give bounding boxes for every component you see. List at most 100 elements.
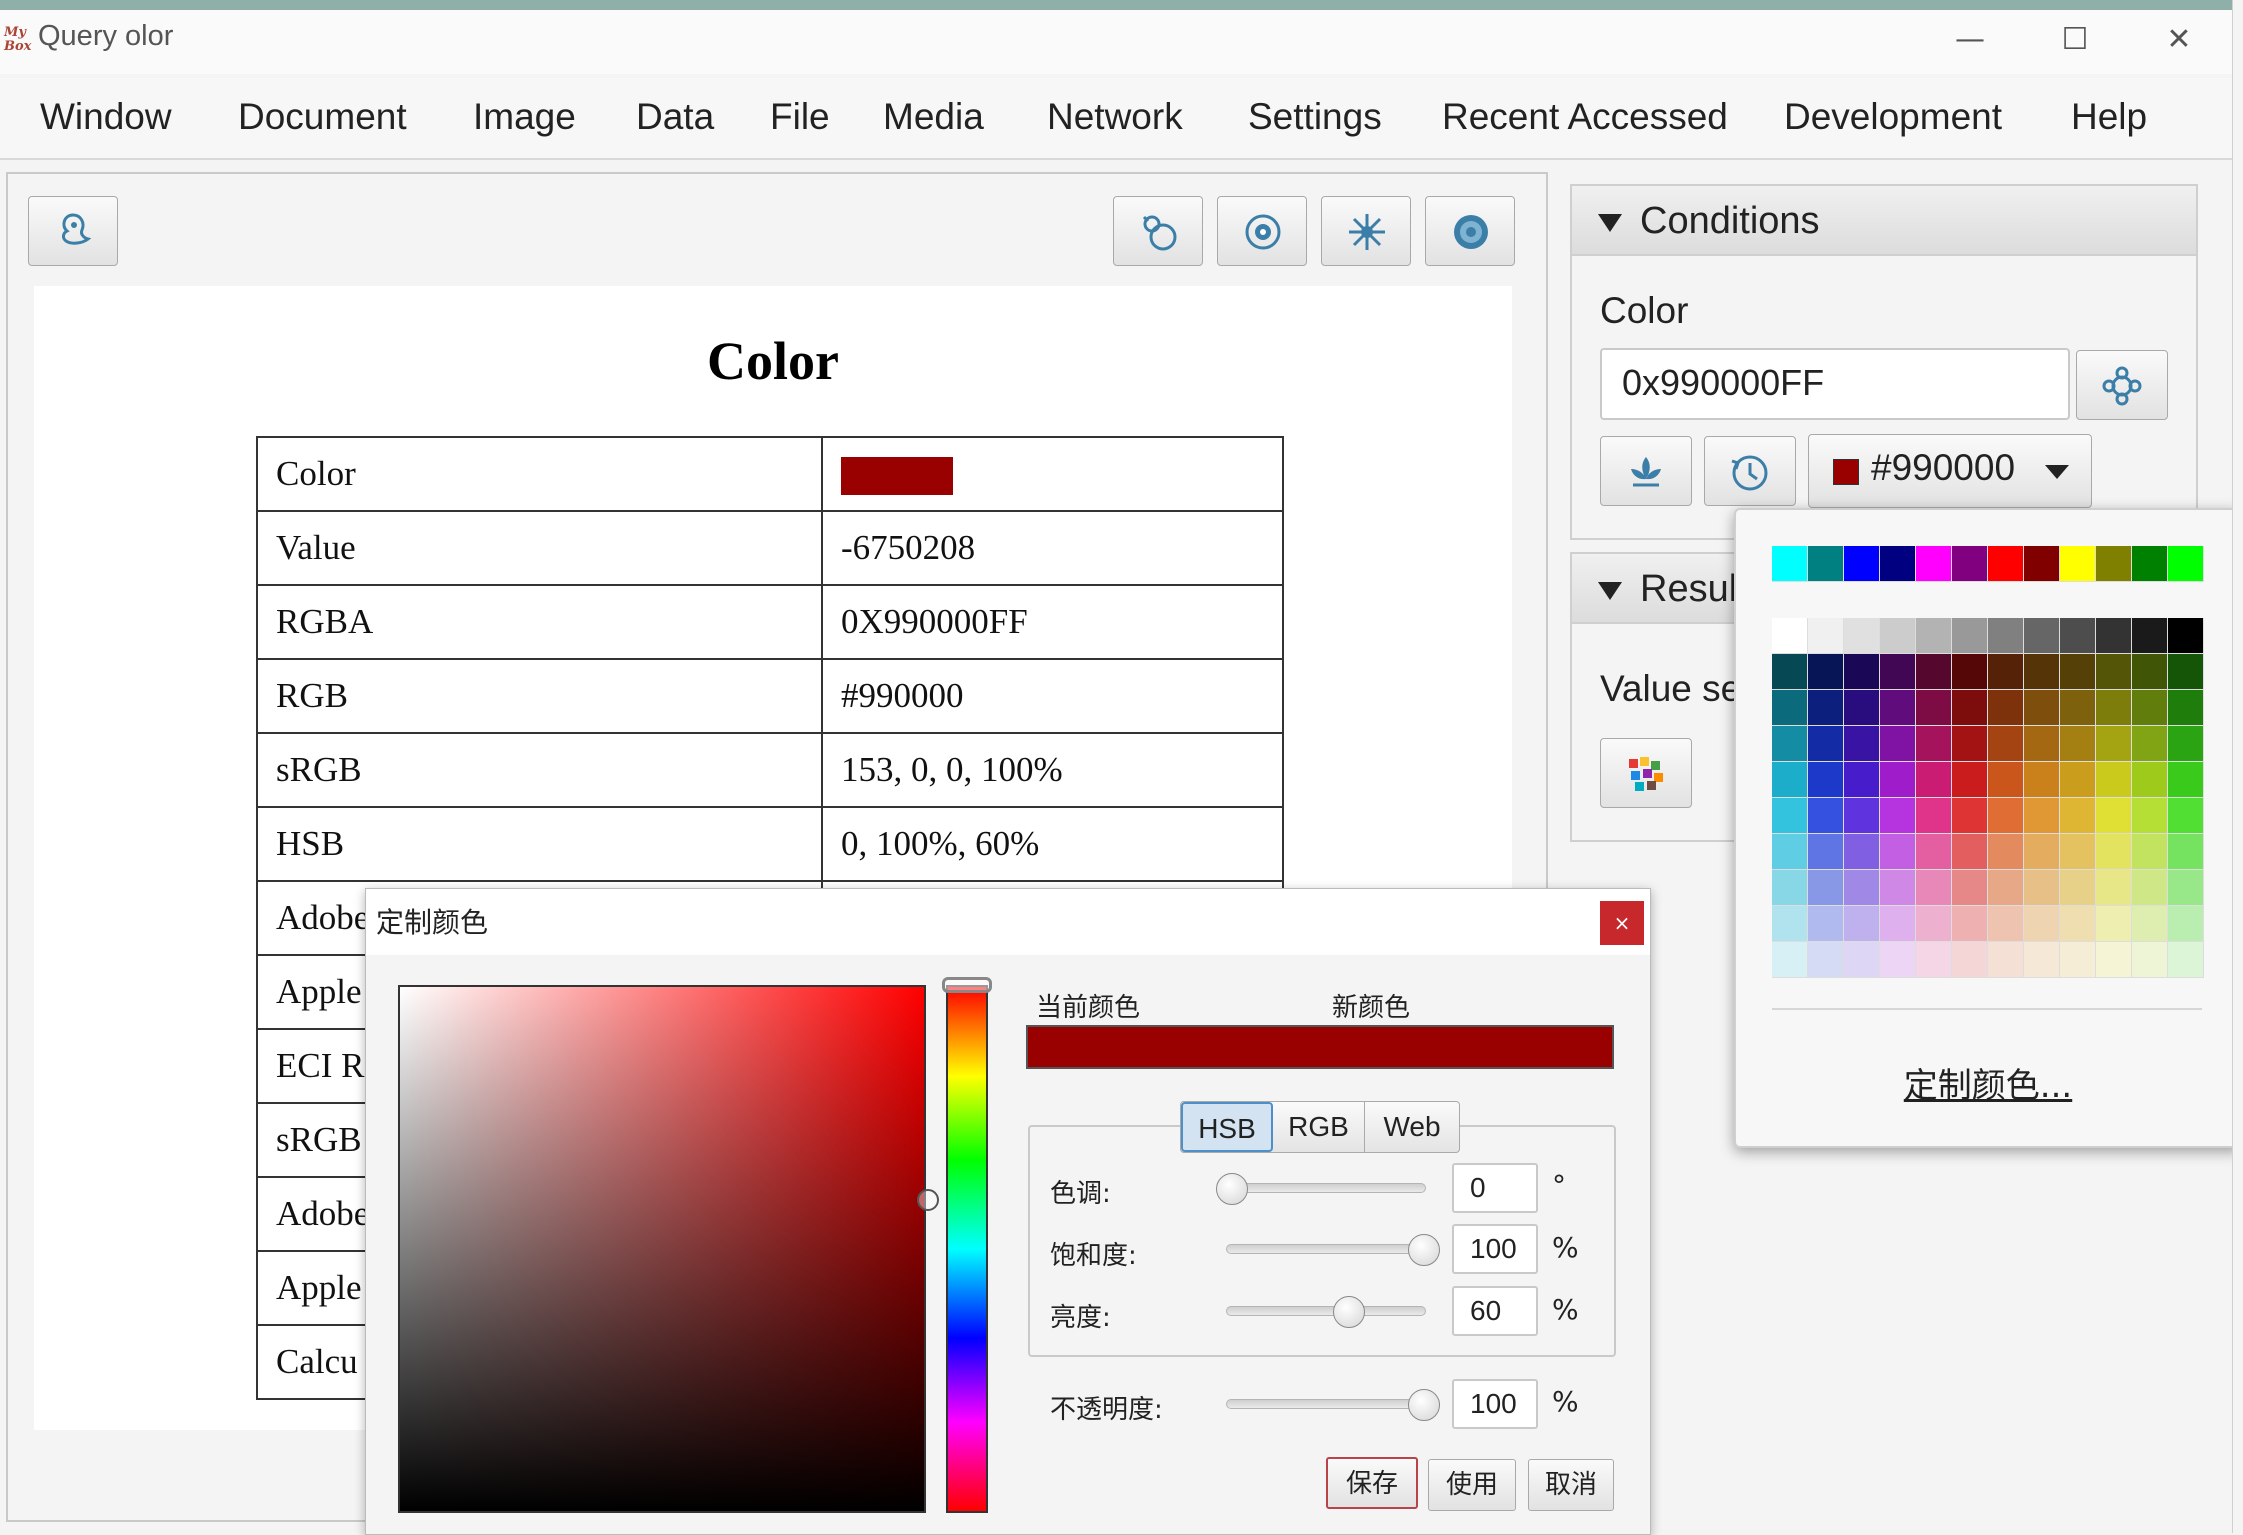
flower-button-3[interactable] [1425, 196, 1515, 266]
palette-swatch[interactable] [1916, 906, 1952, 942]
flower-button-2[interactable] [1321, 196, 1411, 266]
saturation-brightness-area[interactable] [398, 985, 926, 1513]
opacity-input[interactable]: 100 [1452, 1379, 1538, 1429]
palette-swatch[interactable] [1772, 942, 1808, 978]
palette-swatch[interactable] [2168, 654, 2204, 690]
palette-swatch[interactable] [2024, 906, 2060, 942]
palette-swatch[interactable] [1808, 618, 1844, 654]
brightness-input[interactable]: 60 [1452, 1286, 1538, 1336]
palette-swatch[interactable] [1844, 870, 1880, 906]
palette-swatch[interactable] [1772, 798, 1808, 834]
palette-swatch[interactable] [1808, 726, 1844, 762]
palette-swatch[interactable] [1988, 654, 2024, 690]
palette-swatch[interactable] [1772, 654, 1808, 690]
palette-swatch[interactable] [1916, 546, 1952, 582]
palette-swatch[interactable] [1880, 942, 1916, 978]
palette-swatch[interactable] [1916, 798, 1952, 834]
palette-swatch[interactable] [1772, 690, 1808, 726]
palette-swatch[interactable] [1808, 762, 1844, 798]
menu-settings[interactable]: Settings [1248, 96, 1382, 138]
maximize-button[interactable]: ☐ [2040, 18, 2110, 62]
dialog-close-button[interactable]: × [1600, 901, 1644, 945]
palette-swatch[interactable] [1844, 618, 1880, 654]
palette-swatch[interactable] [2132, 834, 2168, 870]
palette-swatch[interactable] [1988, 906, 2024, 942]
palette-swatch[interactable] [1988, 726, 2024, 762]
palette-swatch[interactable] [2096, 942, 2132, 978]
palette-swatch[interactable] [2096, 834, 2132, 870]
palette-swatch[interactable] [1844, 942, 1880, 978]
hue-input[interactable]: 0 [1452, 1163, 1538, 1213]
palette-swatch[interactable] [2096, 690, 2132, 726]
palette-swatch[interactable] [1952, 870, 1988, 906]
palette-swatch[interactable] [2060, 726, 2096, 762]
minimize-button[interactable]: — [1935, 18, 2005, 62]
color-value-input[interactable]: 0x990000FF [1600, 348, 2070, 420]
palette-swatch[interactable] [1844, 762, 1880, 798]
palette-swatch[interactable] [2060, 546, 2096, 582]
palette-swatch[interactable] [2168, 762, 2204, 798]
menu-image[interactable]: Image [473, 96, 576, 138]
palette-swatch[interactable] [1808, 654, 1844, 690]
palette-swatch[interactable] [1952, 726, 1988, 762]
palette-swatch[interactable] [1772, 906, 1808, 942]
palette-swatch[interactable] [2060, 690, 2096, 726]
save-button[interactable]: 保存 [1326, 1457, 1418, 1509]
palette-swatch[interactable] [1880, 870, 1916, 906]
palette-swatch[interactable] [1916, 726, 1952, 762]
palette-swatch[interactable] [2168, 942, 2204, 978]
palette-swatch[interactable] [1772, 762, 1808, 798]
color-picker-combo[interactable]: #990000 [1808, 434, 2092, 508]
palette-swatch[interactable] [2024, 942, 2060, 978]
tab-rgb[interactable]: RGB [1273, 1102, 1365, 1152]
hue-slider-handle[interactable] [942, 977, 992, 993]
palette-swatch[interactable] [1952, 618, 1988, 654]
palette-swatch[interactable] [2060, 762, 2096, 798]
saturation-slider-track[interactable] [1226, 1244, 1426, 1254]
palette-swatch[interactable] [2132, 942, 2168, 978]
hue-slider-thumb[interactable] [1216, 1173, 1248, 1205]
menu-development[interactable]: Development [1784, 96, 2002, 138]
palette-swatch[interactable] [2168, 726, 2204, 762]
palette-swatch[interactable] [2096, 906, 2132, 942]
palette-swatch[interactable] [2024, 762, 2060, 798]
palette-swatch[interactable] [2060, 942, 2096, 978]
menu-network[interactable]: Network [1047, 96, 1183, 138]
hue-slider-track[interactable] [1226, 1183, 1426, 1193]
palette-swatch[interactable] [1916, 870, 1952, 906]
palette-swatch[interactable] [2024, 870, 2060, 906]
query-button[interactable] [2076, 350, 2168, 420]
conditions-header[interactable]: Conditions [1572, 186, 2196, 256]
tab-web[interactable]: Web [1365, 1102, 1459, 1152]
palette-swatch[interactable] [1952, 762, 1988, 798]
palette-swatch[interactable] [2168, 870, 2204, 906]
palette-swatch[interactable] [2060, 654, 2096, 690]
menu-data[interactable]: Data [636, 96, 714, 138]
palette-swatch[interactable] [1952, 654, 1988, 690]
saturation-slider-thumb[interactable] [1408, 1234, 1440, 1266]
close-window-button[interactable]: ✕ [2144, 18, 2214, 62]
palette-swatch[interactable] [1808, 546, 1844, 582]
palette-swatch[interactable] [1916, 834, 1952, 870]
palette-swatch[interactable] [1916, 762, 1952, 798]
palette-swatch[interactable] [1988, 546, 2024, 582]
palette-swatch[interactable] [2132, 654, 2168, 690]
palette-swatch[interactable] [2168, 798, 2204, 834]
opacity-slider-thumb[interactable] [1408, 1389, 1440, 1421]
palette-swatch[interactable] [1880, 906, 1916, 942]
palette-swatch[interactable] [2132, 618, 2168, 654]
examples-button[interactable] [1600, 738, 1692, 808]
palette-swatch[interactable] [2132, 906, 2168, 942]
menu-recent-accessed[interactable]: Recent Accessed [1442, 96, 1728, 138]
use-button[interactable]: 使用 [1428, 1459, 1516, 1511]
palette-swatch[interactable] [1880, 618, 1916, 654]
palette-swatch[interactable] [2168, 690, 2204, 726]
palette-swatch[interactable] [2024, 690, 2060, 726]
palette-swatch[interactable] [1880, 834, 1916, 870]
palette-swatch[interactable] [1988, 762, 2024, 798]
palette-swatch[interactable] [2132, 546, 2168, 582]
palette-swatch[interactable] [1880, 546, 1916, 582]
tab-hsb[interactable]: HSB [1181, 1102, 1273, 1152]
palette-swatch[interactable] [2132, 762, 2168, 798]
palette-swatch[interactable] [1988, 834, 2024, 870]
